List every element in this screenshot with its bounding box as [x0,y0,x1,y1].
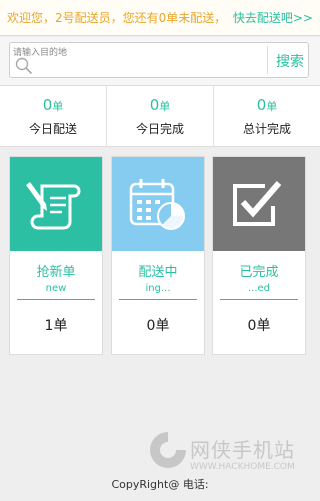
search-icon [15,57,33,79]
stat-today-completed: 0单 今日完成 [107,86,214,146]
stat-label: 今日完成 [135,121,184,136]
card-subtitle: new [45,283,67,294]
footer-copyright: CopyRight@ 电话: [111,478,209,491]
search-bar: 请输入目的地 搜索 [0,37,320,86]
stat-label: 今日配送 [28,121,77,136]
welcome-message: 欢迎您，2号配送员，您还有0单未配送， [7,11,227,25]
card-count: 0单 [247,318,271,334]
card-subtitle: ...ed [247,283,271,294]
search-button[interactable]: 搜索 [276,51,304,71]
stat-value: 0单 [256,95,278,114]
card-title: 配送中 [138,265,178,280]
stat-value: 0单 [42,95,64,114]
card-count: 0单 [146,318,170,334]
stat-today-delivery: 0单 今日配送 [0,86,107,146]
search-input[interactable]: 请输入目的地 搜索 [9,42,309,78]
card-divider [220,299,298,300]
card-title: 抢新单 [36,265,76,280]
card-subtitle: ing... [145,283,171,294]
card-divider [17,299,95,300]
watermark-text: 网侠手机站 [190,438,295,462]
card-count: 1单 [44,318,68,334]
card-title: 已完成 [239,265,279,280]
stats-panel: 0单 今日配送 0单 今日完成 0单 总计完成 [0,86,320,147]
stat-label: 总计完成 [242,121,291,136]
card-divider [119,299,197,300]
checkbox-icon [213,157,305,251]
search-divider [267,46,268,74]
welcome-banner: 欢迎您，2号配送员，您还有0单未配送， 快去配送吧>> [0,0,320,36]
card-delivering[interactable]: 配送中 ing... 0单 [111,156,205,355]
go-deliver-link[interactable]: 快去配送吧>> [233,9,313,26]
grab-order-icon [10,157,102,251]
calendar-pie-icon [112,157,204,251]
stat-value: 0单 [149,95,171,114]
watermark-url: WWW.HACKHOME.COM [190,462,295,472]
stat-total-completed: 0单 总计完成 [214,86,320,146]
card-new-orders[interactable]: 抢新单 new 1单 [9,156,103,355]
card-completed[interactable]: 已完成 ...ed 0单 [212,156,306,355]
